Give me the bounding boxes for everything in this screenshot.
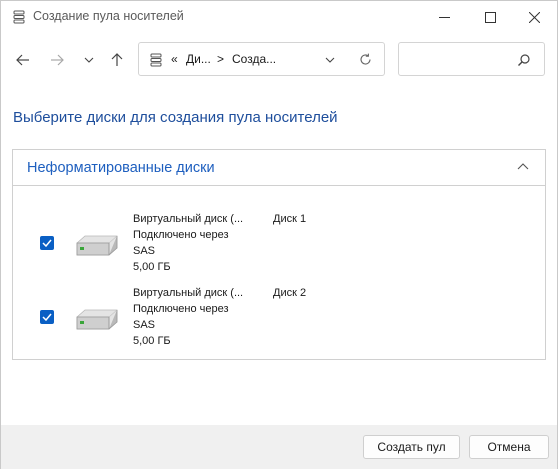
search-icon[interactable] (517, 53, 531, 67)
window-title: Создание пула носителей (33, 9, 184, 23)
maximize-icon (484, 11, 496, 23)
disk-number: Диск 1 (273, 213, 307, 225)
group-title: Неформатированные диски (27, 160, 215, 176)
disk-name: Виртуальный диск (... (133, 287, 244, 299)
up-button[interactable] (106, 49, 128, 71)
address-overflow[interactable]: « (171, 52, 178, 66)
maximize-button[interactable] (467, 1, 513, 33)
disk-connection: Подключено через (133, 303, 229, 315)
minimize-button[interactable] (421, 1, 467, 33)
breadcrumb-item[interactable]: Созда... (232, 52, 276, 66)
close-icon (528, 11, 540, 23)
disk-name: Виртуальный диск (... (133, 213, 244, 225)
title-bar: Создание пула носителей (1, 1, 557, 33)
group-header[interactable]: Неформатированные диски (13, 150, 545, 186)
page-title: Выберите диски для создания пула носител… (13, 109, 338, 126)
disk-checkbox[interactable] (40, 236, 54, 250)
list-item[interactable]: Виртуальный диск (... Диск 2 Подключено … (13, 282, 545, 352)
forward-button[interactable] (46, 49, 68, 71)
disk-bus: SAS (133, 245, 156, 257)
list-item[interactable]: Виртуальный диск (... Диск 1 Подключено … (13, 208, 545, 278)
recent-locations-button[interactable] (78, 49, 100, 71)
breadcrumb-item[interactable]: Ди... (186, 52, 211, 66)
minimize-icon (438, 16, 450, 18)
disk-bus: SAS (133, 319, 156, 331)
arrow-right-icon (51, 54, 64, 66)
hard-disk-icon (76, 235, 118, 256)
search-input[interactable] (405, 49, 515, 69)
unformatted-disks-group: Неформатированные диски Виртуальный диск… (12, 149, 546, 360)
disk-checkbox[interactable] (40, 310, 54, 324)
disk-size: 5,00 ГБ (133, 335, 171, 347)
refresh-icon[interactable] (359, 53, 372, 66)
back-button[interactable] (12, 49, 34, 71)
arrow-left-icon (16, 54, 29, 66)
storage-pool-icon (13, 10, 25, 24)
search-box[interactable] (398, 42, 545, 76)
chevron-down-icon[interactable] (325, 57, 335, 63)
close-button[interactable] (511, 1, 557, 33)
cancel-button[interactable]: Отмена (469, 435, 549, 459)
arrow-up-icon (111, 53, 123, 66)
address-bar[interactable]: « Ди... > Созда... (138, 42, 385, 76)
breadcrumb-separator[interactable]: > (217, 52, 224, 66)
chevron-up-icon[interactable] (516, 161, 530, 171)
checkmark-icon (42, 239, 52, 247)
dialog-window: Создание пула носителей « Ди... > Созда.… (0, 0, 558, 469)
chevron-down-icon (84, 57, 94, 63)
footer-bar: Создать пул Отмена (1, 425, 557, 469)
disk-number: Диск 2 (273, 287, 307, 299)
create-pool-button[interactable]: Создать пул (363, 435, 460, 459)
hard-disk-icon (76, 309, 118, 330)
disk-size: 5,00 ГБ (133, 261, 171, 273)
storage-pool-icon (150, 53, 162, 67)
checkmark-icon (42, 313, 52, 321)
disk-connection: Подключено через (133, 229, 229, 241)
